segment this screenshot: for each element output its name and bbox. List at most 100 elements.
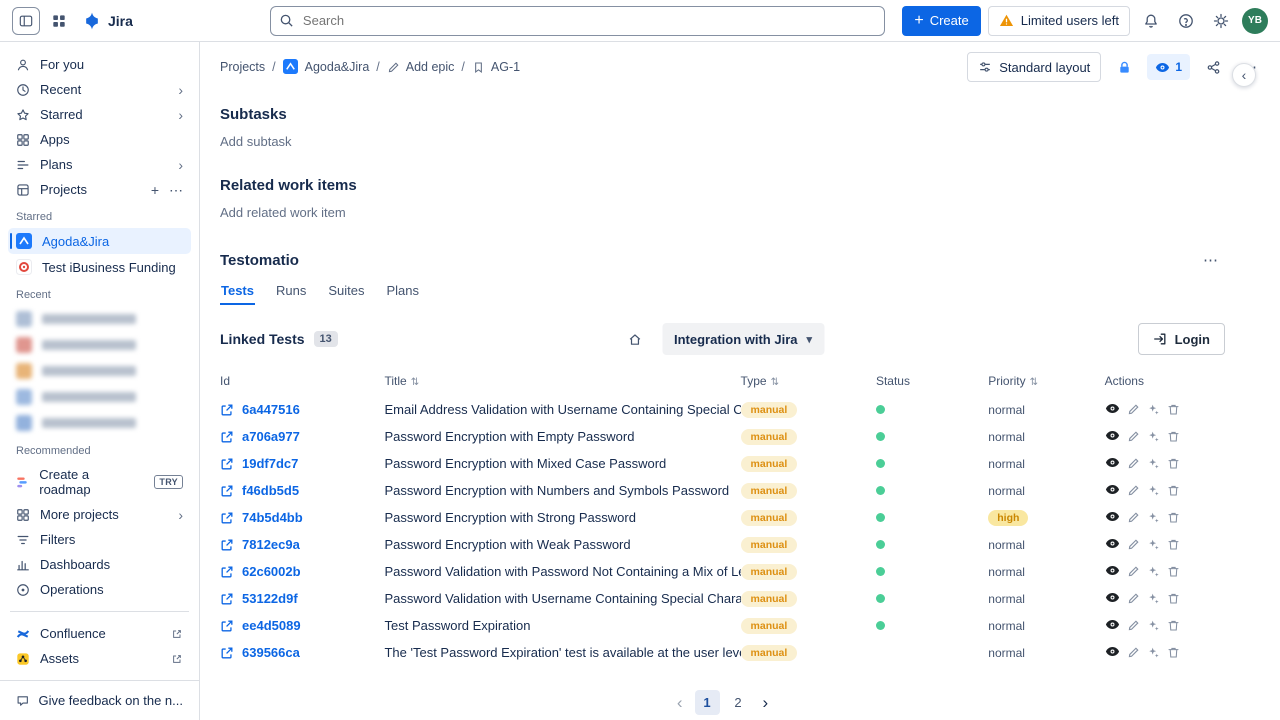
sidebar-item-assets[interactable]: Assets (8, 646, 191, 671)
projects-more-icon[interactable]: ⋯ (169, 183, 183, 197)
generate-icon[interactable] (1147, 538, 1160, 551)
sidebar-item-create-roadmap[interactable]: Create a roadmap TRY (8, 462, 191, 502)
test-id-link[interactable]: a706a977 (220, 429, 384, 444)
delete-icon[interactable] (1167, 619, 1180, 632)
tab-suites[interactable]: Suites (327, 283, 365, 305)
create-button[interactable]: + Create (902, 6, 980, 36)
share-button[interactable] (1199, 53, 1227, 81)
edit-icon[interactable] (1127, 592, 1140, 605)
redacted-project-item[interactable] (8, 306, 191, 332)
delete-icon[interactable] (1167, 511, 1180, 524)
edit-icon[interactable] (1127, 457, 1140, 470)
generate-icon[interactable] (1147, 592, 1160, 605)
column-header-type[interactable]: Type⇅ (741, 367, 876, 396)
sidebar-toggle-button[interactable] (12, 7, 40, 35)
notifications-button[interactable] (1137, 7, 1165, 35)
pagination-page-1[interactable]: 1 (695, 690, 720, 715)
edit-icon[interactable] (1127, 403, 1140, 416)
test-id-link[interactable]: 639566ca (220, 645, 384, 660)
tab-runs[interactable]: Runs (275, 283, 307, 305)
breadcrumb-project[interactable]: Agoda&Jira (283, 59, 370, 75)
test-id-link[interactable]: ee4d5089 (220, 618, 384, 633)
test-id-link[interactable]: 74b5d4bb (220, 510, 384, 525)
test-id-link[interactable]: 19df7dc7 (220, 456, 384, 471)
integration-dropdown[interactable]: Integration with Jira ▾ (662, 323, 824, 355)
edit-icon[interactable] (1127, 511, 1140, 524)
redacted-project-item[interactable] (8, 358, 191, 384)
test-id-link[interactable]: 7812ec9a (220, 537, 384, 552)
jira-logo[interactable]: Jira (78, 11, 137, 31)
sidebar-item-filters[interactable]: Filters (8, 527, 191, 552)
view-icon[interactable] (1105, 563, 1120, 578)
user-avatar[interactable]: YB (1242, 8, 1268, 34)
breadcrumb-issue[interactable]: AG-1 (472, 60, 520, 74)
view-icon[interactable] (1105, 509, 1120, 524)
generate-icon[interactable] (1147, 511, 1160, 524)
sort-icon[interactable]: ⇅ (771, 377, 779, 388)
standard-layout-button[interactable]: Standard layout (967, 52, 1101, 82)
view-icon[interactable] (1105, 401, 1120, 416)
delete-icon[interactable] (1167, 538, 1180, 551)
lock-button[interactable] (1110, 53, 1138, 81)
delete-icon[interactable] (1167, 565, 1180, 578)
sidebar-project-agoda-jira[interactable]: Agoda&Jira (8, 228, 191, 254)
edit-icon[interactable] (1127, 484, 1140, 497)
sidebar-item-apps[interactable]: Apps (8, 127, 191, 152)
view-icon[interactable] (1105, 536, 1120, 551)
tab-tests[interactable]: Tests (220, 283, 255, 305)
sidebar-item-for-you[interactable]: For you (8, 52, 191, 77)
delete-icon[interactable] (1167, 457, 1180, 470)
tab-plans[interactable]: Plans (386, 283, 421, 305)
sort-icon[interactable]: ⇅ (1030, 377, 1038, 388)
sidebar-item-operations[interactable]: Operations (8, 577, 191, 602)
pagination-page-2[interactable]: 2 (726, 690, 751, 715)
redacted-project-item[interactable] (8, 410, 191, 436)
view-icon[interactable] (1105, 617, 1120, 632)
pagination-next[interactable]: › (757, 694, 775, 711)
view-icon[interactable] (1105, 590, 1120, 605)
sidebar-item-plans[interactable]: Plans › (8, 152, 191, 177)
delete-icon[interactable] (1167, 592, 1180, 605)
sidebar-project-test-ibusiness[interactable]: Test iBusiness Funding (8, 254, 191, 280)
testomatio-more-button[interactable]: ⋯ (1197, 250, 1225, 270)
view-icon[interactable] (1105, 644, 1120, 659)
edit-icon[interactable] (1127, 565, 1140, 578)
home-icon[interactable] (621, 325, 649, 353)
edit-icon[interactable] (1127, 538, 1140, 551)
test-id-link[interactable]: 6a447516 (220, 402, 384, 417)
column-header-priority[interactable]: Priority⇅ (988, 367, 1104, 396)
view-icon[interactable] (1105, 455, 1120, 470)
generate-icon[interactable] (1147, 646, 1160, 659)
delete-icon[interactable] (1167, 430, 1180, 443)
limited-users-button[interactable]: Limited users left (988, 6, 1130, 36)
generate-icon[interactable] (1147, 565, 1160, 578)
sidebar-item-confluence[interactable]: Confluence (8, 621, 191, 646)
view-icon[interactable] (1105, 482, 1120, 497)
sidebar-item-dashboards[interactable]: Dashboards (8, 552, 191, 577)
delete-icon[interactable] (1167, 646, 1180, 659)
sidebar-item-starred[interactable]: Starred › (8, 102, 191, 127)
feedback-button[interactable]: Give feedback on the n... (0, 680, 199, 720)
add-project-icon[interactable]: + (151, 183, 159, 197)
add-subtask[interactable]: Add subtask (220, 134, 1225, 149)
sort-icon[interactable]: ⇅ (411, 377, 419, 388)
redacted-project-item[interactable] (8, 384, 191, 410)
pagination-prev[interactable]: ‹ (671, 694, 689, 711)
test-id-link[interactable]: f46db5d5 (220, 483, 384, 498)
login-button[interactable]: Login (1138, 323, 1225, 355)
right-panel-collapse-button[interactable]: ‹ (1232, 63, 1256, 87)
edit-icon[interactable] (1127, 646, 1140, 659)
settings-button[interactable] (1207, 7, 1235, 35)
breadcrumb-projects[interactable]: Projects (220, 60, 265, 74)
generate-icon[interactable] (1147, 403, 1160, 416)
view-icon[interactable] (1105, 428, 1120, 443)
add-related-work-item[interactable]: Add related work item (220, 205, 1225, 220)
redacted-project-item[interactable] (8, 332, 191, 358)
test-id-link[interactable]: 62c6002b (220, 564, 384, 579)
breadcrumb-add-epic[interactable]: Add epic (387, 60, 455, 74)
generate-icon[interactable] (1147, 430, 1160, 443)
edit-icon[interactable] (1127, 430, 1140, 443)
sidebar-item-more-projects[interactable]: More projects › (8, 502, 191, 527)
search-input[interactable] (270, 6, 885, 36)
help-button[interactable] (1172, 7, 1200, 35)
